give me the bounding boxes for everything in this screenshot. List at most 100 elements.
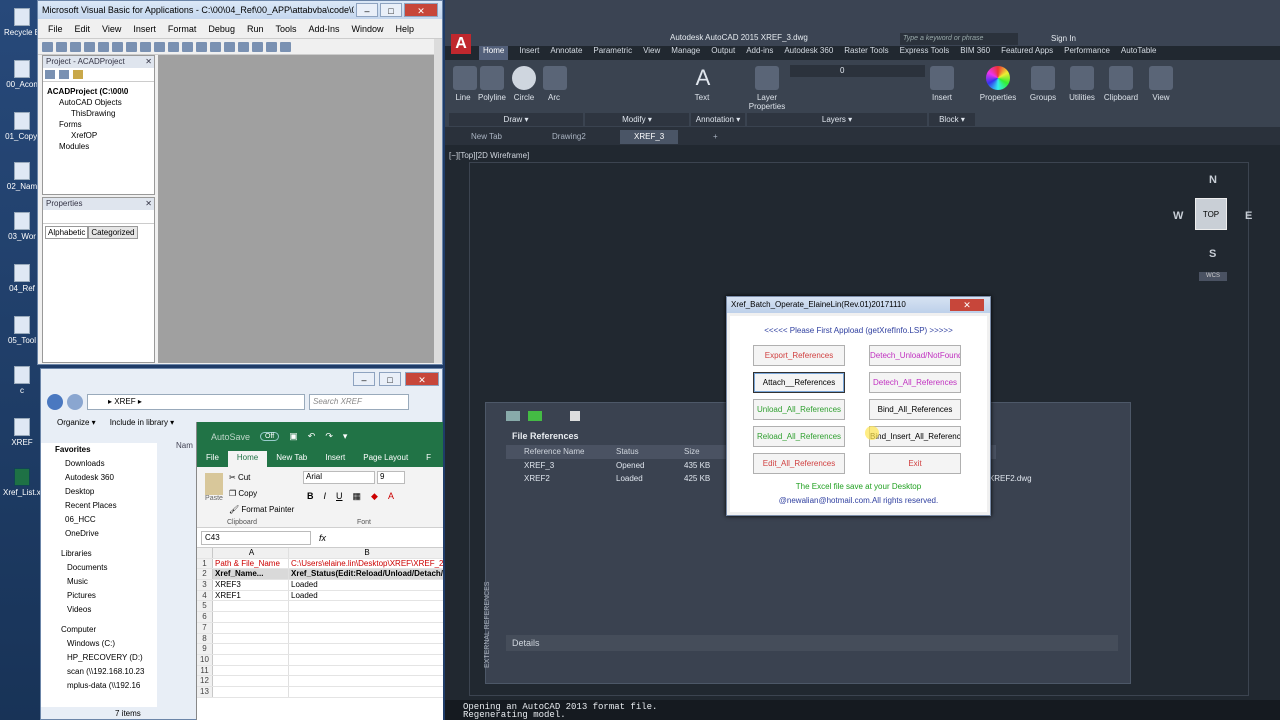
- search-input[interactable]: Search XREF: [309, 394, 409, 410]
- panel-modify[interactable]: Modify ▾: [585, 113, 689, 126]
- desktop-icon-02[interactable]: 02_Nam: [3, 162, 41, 191]
- find-icon[interactable]: [126, 41, 137, 52]
- ribbon-tab-annotate[interactable]: Annotate: [550, 46, 582, 60]
- doc-tab-xref3[interactable]: XREF_3: [620, 130, 679, 144]
- attach-references-button[interactable]: Attach__References: [753, 372, 845, 393]
- stop-icon[interactable]: [196, 41, 207, 52]
- font-color-icon[interactable]: A: [388, 491, 394, 502]
- insert-module-icon[interactable]: [56, 41, 67, 52]
- save-icon[interactable]: ▣: [289, 431, 298, 442]
- forward-icon[interactable]: [67, 394, 83, 410]
- back-icon[interactable]: [47, 394, 63, 410]
- clipboard-tool[interactable]: Clipboard: [1103, 66, 1139, 102]
- cell[interactable]: [213, 612, 289, 622]
- details-bar[interactable]: Details: [506, 635, 1118, 651]
- viewcube-top[interactable]: TOP: [1195, 198, 1227, 230]
- ribbon-tab-bim360[interactable]: BIM 360: [960, 46, 990, 60]
- autocad-logo-icon[interactable]: A: [451, 34, 471, 54]
- col-size[interactable]: Size: [684, 445, 724, 459]
- cell[interactable]: [213, 654, 289, 665]
- tab-categorized[interactable]: Categorized: [88, 226, 138, 239]
- nav-documents[interactable]: Documents: [41, 561, 157, 575]
- cell[interactable]: [213, 665, 289, 676]
- doc-tab-drawing2[interactable]: Drawing2: [538, 130, 600, 144]
- help-icon[interactable]: [570, 411, 580, 421]
- tab-file[interactable]: File: [197, 451, 228, 467]
- font-name-select[interactable]: Arial: [303, 471, 375, 484]
- view-excel-icon[interactable]: [42, 41, 53, 52]
- properties-tool[interactable]: Properties: [979, 66, 1017, 102]
- col-status[interactable]: Status: [616, 445, 684, 459]
- menu-format[interactable]: Format: [168, 24, 197, 34]
- minimize-icon[interactable]: –: [356, 3, 378, 17]
- nav-pictures[interactable]: Pictures: [41, 589, 157, 603]
- column-header-b[interactable]: B: [289, 548, 443, 558]
- fx-icon[interactable]: fx: [319, 533, 326, 543]
- cell[interactable]: [289, 612, 443, 622]
- detech-all-references-button[interactable]: Detech_All_References: [869, 372, 961, 393]
- project-explorer-icon[interactable]: [224, 41, 235, 52]
- unload-all-references-button[interactable]: Unload_All_References: [753, 399, 845, 420]
- reload-all-references-button[interactable]: Reload_All_References: [753, 426, 845, 447]
- wcs-menu[interactable]: WCS: [1199, 272, 1227, 281]
- cell[interactable]: XREF1: [213, 590, 289, 601]
- ribbon-tab-home[interactable]: Home: [479, 46, 509, 60]
- properties-icon[interactable]: [238, 41, 249, 52]
- desktop-icon-xref-list[interactable]: Xref_List.xl: [3, 468, 41, 497]
- menu-help[interactable]: Help: [396, 24, 415, 34]
- cut-icon[interactable]: [84, 41, 95, 52]
- cell[interactable]: [289, 666, 443, 676]
- undo-icon[interactable]: ↶: [308, 431, 316, 442]
- nav-favorites[interactable]: Favorites: [41, 443, 157, 457]
- menu-edit[interactable]: Edit: [75, 24, 91, 34]
- groups-tool[interactable]: Groups: [1027, 66, 1059, 102]
- borders-icon[interactable]: ▦: [353, 491, 362, 502]
- redo-icon[interactable]: [154, 41, 165, 52]
- tree-node-thisdrawing[interactable]: ThisDrawing: [47, 108, 150, 119]
- desktop-icon-00[interactable]: 00_Acon: [3, 60, 41, 89]
- tab-page-layout[interactable]: Page Layout: [354, 451, 417, 467]
- col-reference-name[interactable]: Reference Name: [506, 445, 616, 459]
- detech-unload-notfound-button[interactable]: Detech_Unload/NotFound: [869, 345, 961, 366]
- close-icon[interactable]: ✕: [145, 198, 152, 210]
- cell[interactable]: [213, 633, 289, 644]
- layer-properties-tool[interactable]: Layer Properties: [745, 66, 789, 111]
- copy-icon[interactable]: [98, 41, 109, 52]
- tree-node-xrefop[interactable]: XrefOP: [47, 130, 150, 141]
- new-tab-icon[interactable]: +: [709, 130, 722, 144]
- ribbon-tab-manage[interactable]: Manage: [671, 46, 700, 60]
- cell[interactable]: [213, 676, 289, 686]
- doc-tab-new[interactable]: New Tab: [457, 130, 516, 144]
- tab-home[interactable]: Home: [227, 451, 268, 467]
- menu-addins[interactable]: Add-Ins: [308, 24, 339, 34]
- nav-drive-d[interactable]: HP_RECOVERY (D:): [41, 651, 157, 665]
- panel-block[interactable]: Block ▾: [929, 113, 975, 126]
- cell[interactable]: [289, 655, 443, 665]
- export-references-button[interactable]: Export_References: [753, 345, 845, 366]
- bind-all-references-button[interactable]: Bind_All_References: [869, 399, 961, 420]
- insert-tool[interactable]: Insert: [929, 66, 955, 102]
- menu-insert[interactable]: Insert: [133, 24, 156, 34]
- attach-dwg-icon[interactable]: [506, 411, 520, 421]
- toolbox-icon[interactable]: [266, 41, 277, 52]
- viewcube[interactable]: N W E S TOP WCS: [1173, 174, 1252, 281]
- cell[interactable]: [213, 622, 289, 633]
- maximize-icon[interactable]: □: [380, 3, 402, 17]
- toggle-folders-icon[interactable]: [73, 70, 83, 79]
- ribbon-tab-autotable[interactable]: AutoTable: [1121, 46, 1157, 60]
- run-icon[interactable]: [168, 41, 179, 52]
- column-header-name[interactable]: Nam: [176, 441, 193, 450]
- edit-all-references-button[interactable]: Edit_All_References: [753, 453, 845, 474]
- autosave-toggle[interactable]: Off: [260, 432, 280, 441]
- desktop-icon-xref[interactable]: XREF: [3, 418, 41, 447]
- bind-insert-all-reference-button[interactable]: Bind_Insert_All_Reference: [869, 426, 961, 447]
- address-bar[interactable]: ▸ XREF ▸: [87, 394, 305, 410]
- desktop-icon-03[interactable]: 03_Wor: [3, 212, 41, 241]
- nav-downloads[interactable]: Downloads: [41, 457, 157, 471]
- customize-icon[interactable]: ▾: [343, 431, 348, 442]
- cell[interactable]: [213, 686, 289, 697]
- menu-file[interactable]: File: [48, 24, 63, 34]
- paste-icon[interactable]: [112, 41, 123, 52]
- cell[interactable]: [213, 601, 289, 612]
- nav-drive-c[interactable]: Windows (C:): [41, 637, 157, 651]
